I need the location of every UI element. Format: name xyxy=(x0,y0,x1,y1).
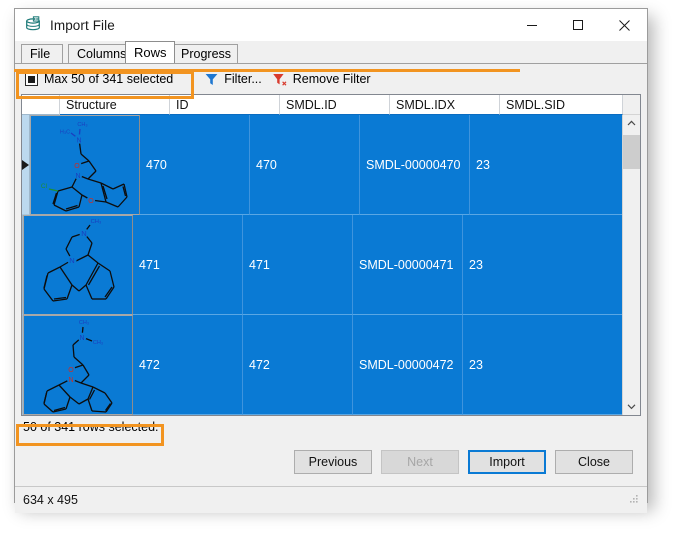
tab-label: Rows xyxy=(134,46,167,59)
svg-text:Cl: Cl xyxy=(41,183,48,190)
tab-label: File xyxy=(30,48,50,61)
structure-cell[interactable]: N CH₃ N xyxy=(23,215,133,315)
remove-filter-button[interactable]: Remove Filter xyxy=(270,68,379,90)
cell-smdl-sid[interactable]: 23 xyxy=(470,115,622,215)
grid-header-row: Structure ID SMDL.ID SMDL.IDX SMDL.SID xyxy=(22,95,640,115)
cell-smdl-idx[interactable]: SMDL-00000472 xyxy=(353,315,463,415)
import-button[interactable]: Import xyxy=(468,450,546,474)
rows-tab-page: Max 50 of 341 selected Filter... xyxy=(15,63,647,486)
svg-text:N: N xyxy=(75,173,80,180)
svg-text:H₃C: H₃C xyxy=(60,130,70,136)
scrollbar-track[interactable] xyxy=(623,132,640,398)
grid-rows-container: N CH₃ H₃C O N O Cl xyxy=(22,115,622,415)
svg-text:CH₃: CH₃ xyxy=(91,219,102,225)
filter-button[interactable]: Filter... xyxy=(202,68,270,90)
dialog-button-bar: Previous Next Import Close xyxy=(15,438,647,486)
filter-label: Filter... xyxy=(224,72,262,86)
window-size-text: 634 x 495 xyxy=(23,493,78,507)
maximize-button[interactable] xyxy=(555,9,601,41)
table-row[interactable]: N CH₃ CH₃ O N 472 472 SMDL-00000472 xyxy=(22,315,622,415)
svg-text:CH₃: CH₃ xyxy=(77,122,87,128)
svg-text:CH₃: CH₃ xyxy=(93,340,103,346)
grid-header-smdl-id[interactable]: SMDL.ID xyxy=(280,95,390,115)
svg-text:N: N xyxy=(68,377,73,384)
svg-text:N: N xyxy=(81,229,86,238)
minimize-button[interactable] xyxy=(509,9,555,41)
window-status-bar: 634 x 495 xyxy=(15,486,647,513)
title-bar: Import File xyxy=(15,9,647,41)
tab-file[interactable]: File xyxy=(21,44,63,63)
grid-header-smdl-sid[interactable]: SMDL.SID xyxy=(500,95,623,115)
grid-header-corner xyxy=(623,95,640,115)
grid-header-structure[interactable]: Structure xyxy=(60,95,170,115)
tab-strip: File Columns Rows Progress xyxy=(15,41,647,63)
grid-body: N CH₃ H₃C O N O Cl xyxy=(22,115,640,415)
next-button: Next xyxy=(381,450,459,474)
table-row[interactable]: N CH₃ H₃C O N O Cl xyxy=(22,115,622,215)
svg-text:O: O xyxy=(74,163,80,170)
cell-smdl-sid[interactable]: 23 xyxy=(463,315,622,415)
cell-smdl-idx[interactable]: SMDL-00000471 xyxy=(353,215,463,315)
cell-smdl-id[interactable]: 472 xyxy=(243,315,353,415)
tab-rows[interactable]: Rows xyxy=(125,41,175,63)
row-selector-cell[interactable] xyxy=(22,115,30,215)
table-row[interactable]: N CH₃ N 471 471 SMDL-00000471 23 xyxy=(22,215,622,315)
close-button-dialog[interactable]: Close xyxy=(555,450,633,474)
cell-smdl-id[interactable]: 470 xyxy=(250,115,360,215)
cell-smdl-idx[interactable]: SMDL-00000470 xyxy=(360,115,470,215)
tab-columns[interactable]: Columns xyxy=(68,44,132,63)
import-file-window: Import File File Columns Rows Progress xyxy=(14,8,648,503)
rows-toolbar: Max 50 of 341 selected Filter... xyxy=(15,64,647,94)
tab-progress[interactable]: Progress xyxy=(172,44,238,63)
max-selected-label: Max 50 of 341 selected xyxy=(44,72,173,86)
scrollbar-thumb[interactable] xyxy=(623,135,640,169)
cell-id[interactable]: 472 xyxy=(133,315,243,415)
database-stack-icon xyxy=(24,16,42,34)
cell-smdl-sid[interactable]: 23 xyxy=(463,215,622,315)
funnel-icon xyxy=(204,72,224,87)
chevron-down-icon[interactable] xyxy=(623,398,640,415)
svg-text:CH₃: CH₃ xyxy=(79,320,89,326)
resize-grip-icon[interactable] xyxy=(627,494,639,506)
window-title: Import File xyxy=(50,18,115,33)
svg-text:O: O xyxy=(68,367,74,374)
grid-header-smdl-idx[interactable]: SMDL.IDX xyxy=(390,95,500,115)
svg-text:N: N xyxy=(69,256,74,265)
remove-filter-label: Remove Filter xyxy=(293,72,371,86)
grid-header-rowselector xyxy=(22,95,60,115)
funnel-remove-icon xyxy=(272,72,293,87)
svg-text:N: N xyxy=(79,335,84,342)
max-selected-checkbox[interactable] xyxy=(25,73,38,86)
previous-button[interactable]: Previous xyxy=(294,450,372,474)
cell-id[interactable]: 470 xyxy=(140,115,250,215)
cell-id[interactable]: 471 xyxy=(133,215,243,315)
tab-label: Progress xyxy=(181,48,231,61)
tab-label: Columns xyxy=(77,48,126,61)
window-controls xyxy=(509,9,647,41)
current-row-pointer-icon xyxy=(22,160,29,170)
structure-cell[interactable]: N CH₃ H₃C O N O Cl xyxy=(30,115,140,215)
rows-selected-text: 50 of 341 rows selected. xyxy=(23,420,159,434)
structure-cell[interactable]: N CH₃ CH₃ O N xyxy=(23,315,133,415)
grid-header-id[interactable]: ID xyxy=(170,95,280,115)
cell-smdl-id[interactable]: 471 xyxy=(243,215,353,315)
rows-selected-status: 50 of 341 rows selected. xyxy=(15,416,647,438)
svg-text:N: N xyxy=(76,138,81,145)
close-button[interactable] xyxy=(601,9,647,41)
max-selected-toggle[interactable]: Max 50 of 341 selected xyxy=(21,68,180,90)
rows-data-grid[interactable]: Structure ID SMDL.ID SMDL.IDX SMDL.SID xyxy=(21,94,641,416)
chevron-up-icon[interactable] xyxy=(623,115,640,132)
grid-vertical-scrollbar[interactable] xyxy=(622,115,640,415)
toolbar-separator xyxy=(192,70,193,88)
svg-text:O: O xyxy=(88,198,94,205)
